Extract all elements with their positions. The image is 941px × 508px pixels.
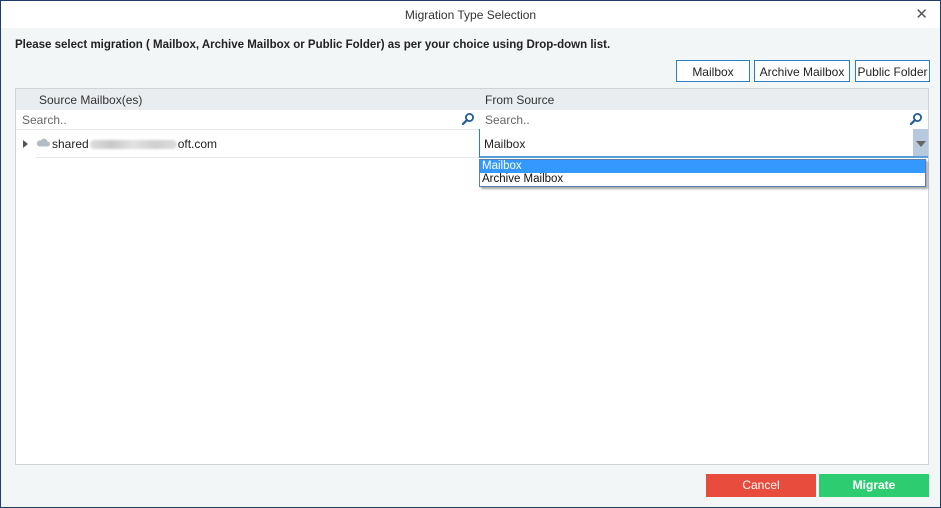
from-source-search-input[interactable] (483, 112, 907, 128)
row-divider (36, 157, 479, 158)
mailbox-address-prefix: shared (52, 137, 89, 151)
dropdown-arrow-icon[interactable] (913, 129, 928, 156)
redacted-text (89, 140, 177, 150)
mailbox-address: shared oft.com (52, 137, 217, 151)
from-source-combobox[interactable]: Mailbox (479, 129, 928, 158)
column-header-source-mailboxes[interactable]: Source Mailbox(es) (16, 89, 479, 110)
column-header-label: Source Mailbox(es) (39, 93, 143, 107)
instruction-text: Please select migration ( Mailbox, Archi… (15, 39, 611, 51)
mailbox-type-button[interactable]: Mailbox (676, 60, 750, 82)
combobox-value: Mailbox (484, 137, 526, 151)
public-folder-type-button[interactable]: Public Folder (855, 60, 930, 82)
search-icon[interactable] (909, 112, 923, 126)
table-row[interactable]: shared oft.com (16, 129, 479, 157)
dialog-title: Migration Type Selection (404, 8, 537, 22)
close-icon[interactable]: ✕ (915, 5, 928, 23)
migration-dialog: Migration Type Selection ✕ Please select… (0, 0, 941, 508)
source-search-row (16, 110, 479, 130)
dropdown-option-archive-mailbox[interactable]: Archive Mailbox (480, 173, 925, 186)
search-icon[interactable] (461, 112, 475, 126)
archive-mailbox-type-button[interactable]: Archive Mailbox (754, 60, 850, 82)
migrate-button[interactable]: Migrate (819, 474, 929, 497)
cancel-button[interactable]: Cancel (706, 474, 816, 497)
source-search-input[interactable] (20, 112, 454, 128)
column-header-from-source[interactable]: From Source (479, 89, 928, 110)
mailbox-address-suffix: oft.com (177, 137, 218, 151)
column-header-label: From Source (485, 93, 555, 107)
title-bar: Migration Type Selection ✕ (1, 1, 940, 28)
from-source-search-row (479, 110, 928, 130)
mailbox-grid: Source Mailbox(es) From Source Search.. … (15, 88, 929, 465)
cloud-icon (36, 138, 50, 147)
expand-arrow-icon[interactable] (23, 140, 28, 148)
from-source-dropdown-list: Mailbox Archive Mailbox (479, 159, 926, 187)
dropdown-option-mailbox[interactable]: Mailbox (480, 160, 925, 173)
